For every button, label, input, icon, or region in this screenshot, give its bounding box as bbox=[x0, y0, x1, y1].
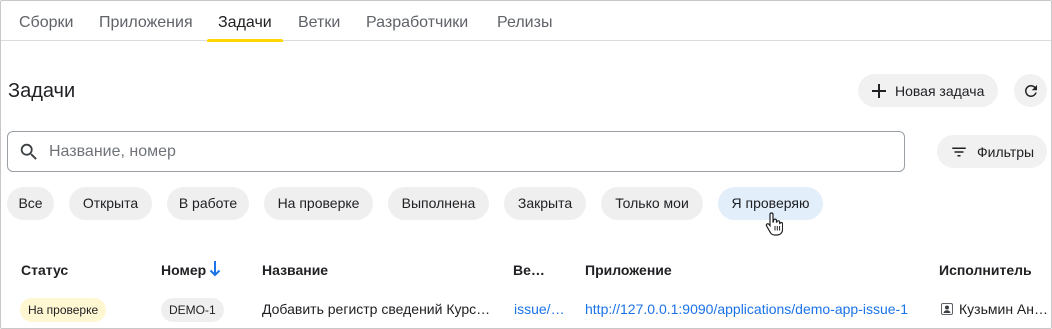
refresh-icon bbox=[1024, 84, 1037, 97]
application-link[interactable]: http://127.0.0.1:9090/applications/demo-… bbox=[585, 301, 925, 317]
column-header-number[interactable]: Номер bbox=[161, 262, 206, 278]
new-task-label: Новая задача bbox=[895, 82, 985, 99]
hand-pointer-cursor-icon bbox=[765, 212, 783, 236]
chip-open[interactable]: Открыта bbox=[69, 187, 152, 220]
chip-done[interactable]: Выполнена bbox=[388, 187, 489, 220]
search-input[interactable] bbox=[49, 142, 869, 161]
sort-desc-arrow-icon[interactable] bbox=[209, 260, 221, 278]
status-badge: На проверке bbox=[20, 298, 107, 322]
tab-branches[interactable]: Ветки bbox=[298, 1, 340, 41]
app-window: Сборки Приложения Задачи Ветки Разработч… bbox=[0, 0, 1052, 329]
filters-label: Фильтры bbox=[977, 143, 1035, 160]
column-header-name[interactable]: Название bbox=[262, 262, 328, 278]
filters-button[interactable]: Фильтры bbox=[937, 135, 1047, 168]
tab-tasks[interactable]: Задачи bbox=[207, 1, 283, 42]
new-task-button[interactable]: Новая задача bbox=[858, 74, 998, 107]
column-header-status[interactable]: Статус bbox=[21, 262, 68, 278]
task-number-badge: DEMO-1 bbox=[161, 298, 224, 322]
top-nav-tabs: Сборки Приложения Задачи Ветки Разработч… bbox=[1, 1, 1051, 42]
plus-icon bbox=[872, 83, 886, 98]
assignee[interactable]: Кузьмин Ан… bbox=[941, 301, 1048, 317]
branch-link[interactable]: issue/… bbox=[514, 301, 566, 317]
tab-builds[interactable]: Сборки bbox=[19, 1, 73, 41]
column-header-application[interactable]: Приложение bbox=[585, 262, 672, 278]
chip-all[interactable]: Все bbox=[7, 187, 54, 220]
search-box[interactable] bbox=[7, 131, 905, 172]
person-icon bbox=[941, 303, 953, 315]
chip-closed[interactable]: Закрыта bbox=[504, 187, 586, 220]
refresh-button[interactable] bbox=[1014, 74, 1047, 107]
assignee-name: Кузьмин Ан… bbox=[959, 301, 1049, 317]
tab-applications[interactable]: Приложения bbox=[99, 1, 193, 41]
search-icon bbox=[18, 141, 40, 163]
column-header-assignee[interactable]: Исполнитель bbox=[939, 262, 1032, 278]
filter-icon bbox=[950, 143, 968, 161]
task-name[interactable]: Добавить регистр сведений Курс… bbox=[262, 301, 497, 317]
page-title: Задачи bbox=[8, 80, 76, 102]
chip-only-mine[interactable]: Только мои bbox=[601, 187, 703, 220]
chip-in-progress[interactable]: В работе bbox=[167, 187, 249, 220]
tab-developers[interactable]: Разработчики bbox=[366, 1, 468, 41]
column-header-branch[interactable]: Ве… bbox=[513, 262, 545, 278]
chip-in-review[interactable]: На проверке bbox=[264, 187, 373, 220]
tab-releases[interactable]: Релизы bbox=[497, 1, 552, 41]
